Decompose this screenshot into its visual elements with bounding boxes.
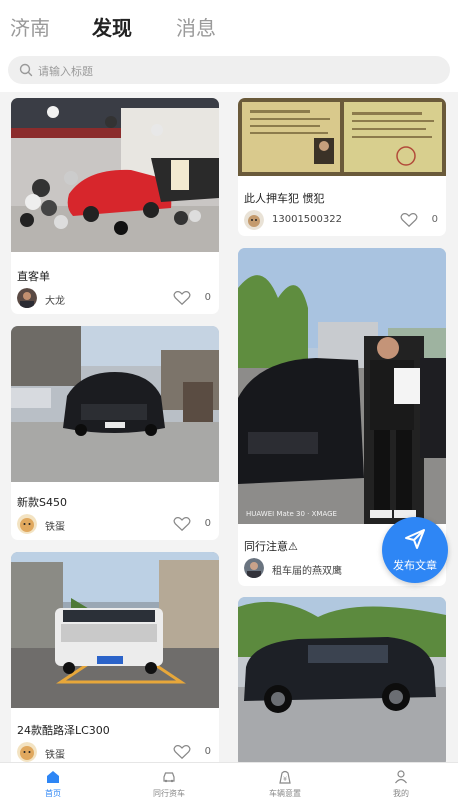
avatar — [244, 558, 264, 578]
user-icon — [395, 770, 407, 784]
post-author: 13001500322 — [272, 214, 342, 225]
paper-plane-icon — [405, 529, 425, 549]
search-bar[interactable]: 请输入标题 — [8, 56, 450, 84]
avatar — [17, 288, 37, 308]
post-title: 24款酷路泽LC300 — [17, 724, 110, 737]
publish-article-label: 发布文章 — [393, 559, 437, 572]
post-image — [11, 552, 219, 708]
avatar — [17, 742, 37, 762]
tab-discover[interactable]: 发现 — [92, 12, 132, 41]
like-count: 0 — [431, 214, 438, 225]
tab-messages[interactable]: 消息 — [176, 12, 216, 41]
heart-icon[interactable] — [400, 212, 418, 228]
nav-peer-vehicles-label: 同行资车 — [153, 789, 185, 798]
post-title: 同行注意⚠ — [244, 540, 298, 553]
post-card[interactable]: 直客单 大龙 0 — [11, 98, 219, 314]
post-image — [238, 597, 446, 762]
post-image — [11, 326, 219, 482]
like-count: 0 — [204, 518, 211, 529]
like-count: 0 — [204, 292, 211, 303]
post-title: 新款S450 — [17, 496, 67, 509]
post-author: 大龙 — [45, 296, 65, 307]
search-icon — [19, 63, 33, 77]
heart-icon[interactable] — [173, 516, 191, 532]
search-input[interactable]: 请输入标题 — [38, 63, 93, 79]
car-icon — [163, 772, 175, 783]
post-author: 铁蛋 — [45, 522, 65, 533]
like-count: 0 — [204, 746, 211, 757]
post-image: HUAWEI Mate 30 · XMAGE — [238, 248, 446, 524]
post-card[interactable]: 24款酷路泽LC300 铁蛋 0 — [11, 552, 219, 762]
nav-profile-label: 我的 — [393, 789, 409, 798]
avatar — [244, 210, 264, 230]
photo-watermark: HUAWEI Mate 30 · XMAGE — [246, 510, 337, 518]
top-tabs: 济南 发现 消息 — [0, 0, 458, 52]
post-image — [238, 98, 446, 176]
post-meta: 铁蛋 0 — [17, 514, 213, 536]
nav-vehicle-idle-label: 车辆意置 — [269, 789, 301, 798]
post-card[interactable]: 此人押车犯 惯犯 13001500322 0 — [238, 98, 446, 236]
nav-home-label: 首页 — [45, 789, 61, 798]
nav-profile[interactable]: 我的 — [366, 769, 436, 799]
avatar — [17, 514, 37, 534]
heart-icon[interactable] — [173, 744, 191, 760]
post-meta: 13001500322 0 — [244, 210, 440, 232]
discover-feed: 直客单 大龙 0 此人押车犯 惯犯 13001500322 0 新款S450 铁… — [0, 92, 458, 762]
post-card[interactable] — [238, 597, 446, 762]
nav-peer-vehicles[interactable]: 同行资车 — [134, 769, 204, 799]
post-image — [11, 98, 219, 252]
post-meta: 铁蛋 0 — [17, 742, 213, 762]
nav-home[interactable]: 首页 — [18, 769, 88, 799]
nav-vehicle-idle[interactable]: ¥ 车辆意置 — [250, 769, 320, 799]
publish-article-button[interactable]: 发布文章 — [382, 517, 448, 583]
home-icon — [47, 771, 59, 783]
svg-text:¥: ¥ — [283, 776, 287, 783]
heart-icon[interactable] — [173, 290, 191, 306]
post-card[interactable]: 新款S450 铁蛋 0 — [11, 326, 219, 540]
bottom-nav: 首页 同行资车 ¥ 车辆意置 我的 — [0, 762, 458, 800]
post-author: 铁蛋 — [45, 750, 65, 761]
post-title: 直客单 — [17, 270, 50, 283]
bag-icon: ¥ — [279, 770, 291, 784]
post-meta: 大龙 0 — [17, 288, 213, 310]
post-author: 租车届的燕双鹰 — [272, 566, 342, 577]
tab-city[interactable]: 济南 — [10, 12, 50, 41]
post-title: 此人押车犯 惯犯 — [244, 192, 325, 205]
